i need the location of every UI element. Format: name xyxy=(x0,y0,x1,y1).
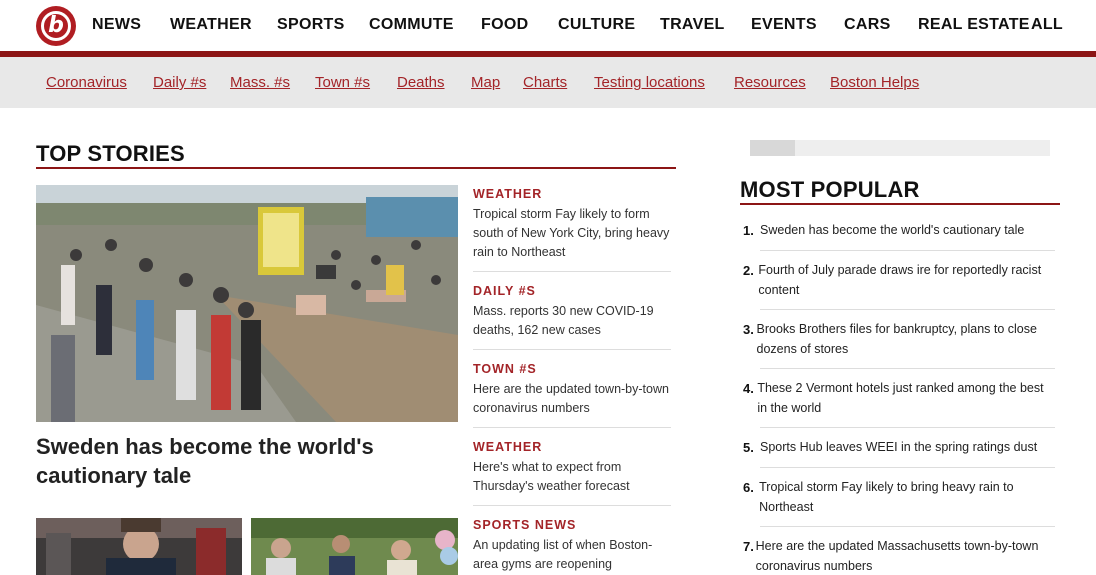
popular-item[interactable]: 4. These 2 Vermont hotels just ranked am… xyxy=(743,379,1055,418)
logo-letter: b xyxy=(41,11,71,41)
popular-rank: 3. xyxy=(743,322,754,337)
most-popular-rule xyxy=(740,203,1060,205)
nav-culture[interactable]: CULTURE xyxy=(558,16,635,34)
popular-divider xyxy=(760,368,1055,369)
story-category[interactable]: WEATHER xyxy=(473,440,671,454)
subnav-boston-helps[interactable]: Boston Helps xyxy=(830,74,919,91)
story-item[interactable]: TOWN #S Here are the updated town-by-tow… xyxy=(473,362,671,418)
popular-headline[interactable]: Sports Hub leaves WEEI in the spring rat… xyxy=(760,438,1037,458)
nav-weather[interactable]: WEATHER xyxy=(170,16,252,34)
subnav-daily-numbers[interactable]: Daily #s xyxy=(153,74,206,91)
popular-rank: 4. xyxy=(743,381,754,396)
sports-broadcaster-photo xyxy=(36,518,242,575)
popular-item[interactable]: 6. Tropical storm Fay likely to bring he… xyxy=(743,478,1055,517)
popular-headline[interactable]: Tropical storm Fay likely to bring heavy… xyxy=(759,478,1055,517)
hero-image[interactable] xyxy=(36,185,458,422)
popular-divider xyxy=(760,427,1055,428)
boston-com-logo[interactable]: b xyxy=(36,6,76,46)
popular-divider xyxy=(760,309,1055,310)
hero-headline[interactable]: Sweden has become the world's cautionary… xyxy=(36,432,456,490)
popular-divider xyxy=(760,526,1055,527)
story-category[interactable]: TOWN #S xyxy=(473,362,671,376)
top-navigation: b NEWS WEATHER SPORTS COMMUTE FOOD CULTU… xyxy=(0,0,1096,51)
most-popular-title: MOST POPULAR xyxy=(740,177,920,202)
thumbnail-image-sports[interactable] xyxy=(36,518,242,575)
story-divider xyxy=(473,427,671,428)
crowd-waterfront-photo xyxy=(36,185,458,422)
nav-news[interactable]: NEWS xyxy=(92,16,141,34)
advertisement-banner[interactable] xyxy=(750,140,1050,156)
story-category[interactable]: WEATHER xyxy=(473,187,671,201)
nav-all[interactable]: ALL xyxy=(1031,16,1063,34)
story-divider xyxy=(473,271,671,272)
nav-cars[interactable]: CARS xyxy=(844,16,891,34)
story-divider xyxy=(473,505,671,506)
story-headline[interactable]: Tropical storm Fay likely to form south … xyxy=(473,205,671,262)
popular-item[interactable]: 3. Brooks Brothers files for bankruptcy,… xyxy=(743,320,1055,359)
subnav-coronavirus[interactable]: Coronavirus xyxy=(46,74,127,91)
top-stories-rule xyxy=(36,167,676,169)
coronavirus-subnav: Coronavirus Daily #s Mass. #s Town #s De… xyxy=(0,57,1096,108)
popular-item[interactable]: 5. Sports Hub leaves WEEI in the spring … xyxy=(743,438,1055,458)
story-item[interactable]: DAILY #S Mass. reports 30 new COVID-19 d… xyxy=(473,284,671,340)
story-category[interactable]: SPORTS NEWS xyxy=(473,518,671,532)
popular-item[interactable]: 2. Fourth of July parade draws ire for r… xyxy=(743,261,1055,300)
popular-item[interactable]: 1. Sweden has become the world's caution… xyxy=(743,221,1055,241)
story-item[interactable]: WEATHER Tropical storm Fay likely to for… xyxy=(473,187,671,262)
story-divider xyxy=(473,349,671,350)
subnav-map[interactable]: Map xyxy=(471,74,500,91)
popular-rank: 2. xyxy=(743,263,754,278)
nav-travel[interactable]: TRAVEL xyxy=(660,16,725,34)
popular-headline[interactable]: These 2 Vermont hotels just ranked among… xyxy=(757,379,1055,418)
popular-headline[interactable]: Here are the updated Massachusetts town-… xyxy=(756,537,1055,575)
nav-events[interactable]: EVENTS xyxy=(751,16,817,34)
nav-food[interactable]: FOOD xyxy=(481,16,528,34)
nav-commute[interactable]: COMMUTE xyxy=(369,16,454,34)
subnav-resources[interactable]: Resources xyxy=(734,74,806,91)
subnav-town-numbers[interactable]: Town #s xyxy=(315,74,370,91)
story-headline[interactable]: An updating list of when Boston-area gym… xyxy=(473,536,671,574)
popular-divider xyxy=(760,250,1055,251)
subnav-charts[interactable]: Charts xyxy=(523,74,567,91)
story-headline[interactable]: Here's what to expect from Thursday's we… xyxy=(473,458,671,496)
popular-item[interactable]: 7. Here are the updated Massachusetts to… xyxy=(743,537,1055,575)
story-headline[interactable]: Here are the updated town-by-town corona… xyxy=(473,380,671,418)
story-item[interactable]: SPORTS NEWS An updating list of when Bos… xyxy=(473,518,671,574)
popular-headline[interactable]: Brooks Brothers files for bankruptcy, pl… xyxy=(757,320,1055,359)
subnav-deaths[interactable]: Deaths xyxy=(397,74,445,91)
top-stories-title: TOP STORIES xyxy=(36,141,185,166)
subnav-mass-numbers[interactable]: Mass. #s xyxy=(230,74,290,91)
story-category[interactable]: DAILY #S xyxy=(473,284,671,298)
nav-sports[interactable]: SPORTS xyxy=(277,16,345,34)
popular-headline[interactable]: Fourth of July parade draws ire for repo… xyxy=(758,261,1055,300)
popular-rank: 5. xyxy=(743,440,754,455)
popular-headline[interactable]: Sweden has become the world's cautionary… xyxy=(760,221,1024,241)
popular-rank: 7. xyxy=(743,539,754,554)
outdoor-crowd-photo xyxy=(251,518,458,575)
nav-real-estate[interactable]: REAL ESTATE xyxy=(918,16,1030,34)
popular-rank: 1. xyxy=(743,223,754,238)
subnav-testing-locations[interactable]: Testing locations xyxy=(594,74,705,91)
popular-rank: 6. xyxy=(743,480,754,495)
popular-divider xyxy=(760,467,1055,468)
story-item[interactable]: WEATHER Here's what to expect from Thurs… xyxy=(473,440,671,496)
thumbnail-image-gym[interactable] xyxy=(251,518,458,575)
story-headline[interactable]: Mass. reports 30 new COVID-19 deaths, 16… xyxy=(473,302,671,340)
